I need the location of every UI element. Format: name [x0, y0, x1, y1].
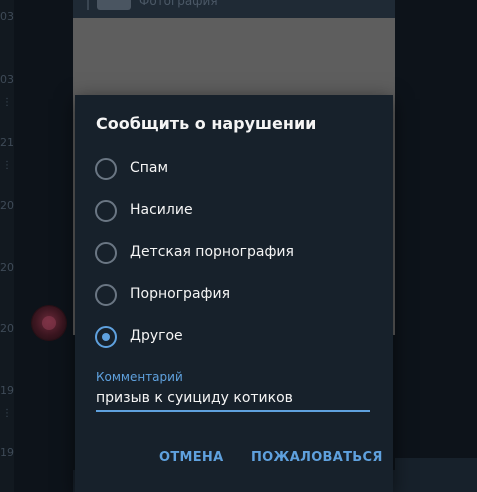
- reply-bar: [87, 0, 89, 10]
- message-time: 20: [0, 322, 14, 335]
- timestamp-column: 03 03 ⋮ 21 ⋮ 20 20 20 19 ⋮ 19: [0, 0, 14, 492]
- ellipsis-icon: ⋮: [2, 97, 12, 108]
- comment-input[interactable]: [96, 386, 370, 412]
- option-label: Насилие: [130, 202, 193, 218]
- message-time: 20: [0, 261, 14, 274]
- message-time: 20: [0, 199, 14, 212]
- message-time: 03: [0, 10, 14, 23]
- radio-option-child-abuse[interactable]: Детская порнография: [95, 242, 375, 266]
- radio-checked-icon[interactable]: [95, 326, 117, 348]
- avatar[interactable]: [32, 306, 66, 340]
- report-dialog: Сообщить о нарушении Спам Насилие Детска…: [75, 95, 393, 492]
- comment-label: Комментарий: [96, 370, 183, 384]
- photo-thumbnail: [97, 0, 131, 10]
- option-label: Другое: [130, 328, 183, 344]
- option-label: Порнография: [130, 286, 231, 302]
- message-time: 19: [0, 384, 14, 397]
- radio-icon[interactable]: [95, 200, 117, 222]
- ellipsis-icon: ⋮: [2, 160, 12, 171]
- message-time: 03: [0, 73, 14, 86]
- input-strip: [395, 458, 477, 492]
- radio-icon[interactable]: [95, 284, 117, 306]
- radio-option-pornography[interactable]: Порнография: [95, 284, 375, 308]
- message-time: 21: [0, 136, 14, 149]
- option-label: Детская порнография: [130, 244, 294, 260]
- cancel-button[interactable]: ОТМЕНА: [155, 446, 227, 469]
- report-button[interactable]: ПОЖАЛОВАТЬСЯ: [247, 446, 387, 469]
- option-label: Спам: [130, 160, 169, 176]
- radio-option-spam[interactable]: Спам: [95, 158, 375, 182]
- photo-caption: Фотография: [139, 0, 218, 8]
- radio-option-other[interactable]: Другое: [95, 326, 375, 350]
- message-time: 19: [0, 446, 14, 459]
- dialog-title: Сообщить о нарушении: [96, 114, 317, 133]
- photo-header: Фотография: [73, 0, 395, 18]
- radio-icon[interactable]: [95, 242, 117, 264]
- radio-icon[interactable]: [95, 158, 117, 180]
- radio-option-violence[interactable]: Насилие: [95, 200, 375, 224]
- ellipsis-icon: ⋮: [2, 408, 12, 419]
